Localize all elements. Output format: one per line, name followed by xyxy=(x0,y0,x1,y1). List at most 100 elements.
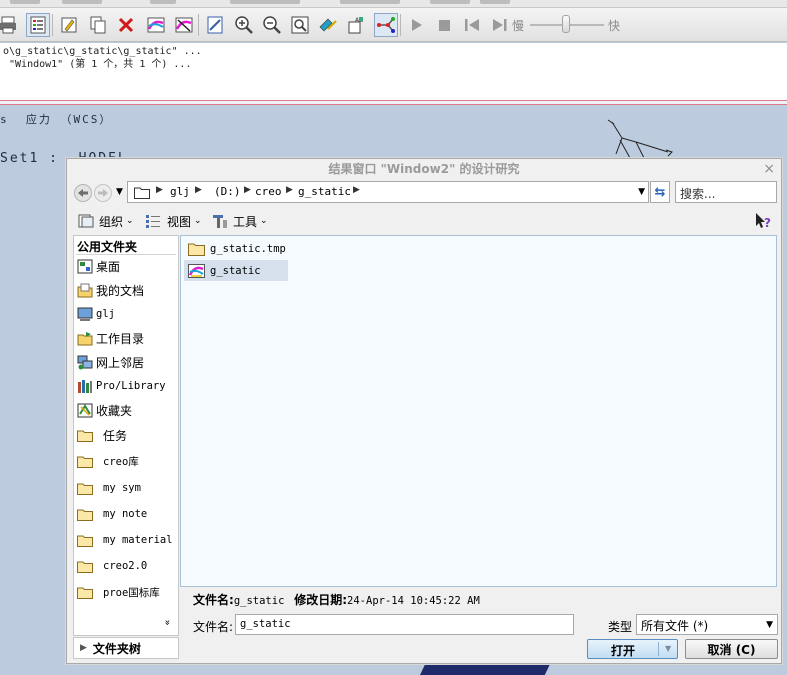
refresh-icon: ⇆ xyxy=(654,184,666,200)
message-area: o\g_static\g_static\g_static" ... "Windo… xyxy=(0,43,787,100)
tools-menu[interactable]: 工具 ⌄ xyxy=(211,211,268,231)
copy-icon[interactable] xyxy=(86,13,110,37)
sidebar-item-my-sym[interactable]: my sym xyxy=(76,478,178,498)
query-icon[interactable] xyxy=(316,13,340,37)
display-options-2-icon[interactable] xyxy=(172,13,196,37)
sidebar-item-label: 网上邻居 xyxy=(96,355,145,370)
sidebar-item-network[interactable]: 网上邻居 xyxy=(76,352,178,372)
stop-icon[interactable] xyxy=(432,13,456,37)
refit-icon[interactable] xyxy=(288,13,312,37)
sidebar-item-label: Pro/Library xyxy=(96,380,166,392)
sidebar-item-desktop[interactable]: 桌面 xyxy=(76,256,178,276)
sidebar-item-my-note[interactable]: my note xyxy=(76,504,178,524)
triangle-right-icon: ▶ xyxy=(80,643,87,653)
history-dropdown-icon[interactable]: ▼ xyxy=(116,187,123,197)
speed-slider-thumb[interactable] xyxy=(562,15,570,33)
list-item[interactable]: g_static xyxy=(184,260,288,281)
sidebar-item-my-material[interactable]: my material xyxy=(76,530,178,550)
message-line: o\g_static\g_static\g_static" ... xyxy=(3,46,202,57)
folder-icon xyxy=(76,533,93,548)
folder-icon xyxy=(134,187,150,199)
refresh-button[interactable]: ⇆ xyxy=(650,181,670,203)
views-icon xyxy=(146,215,160,228)
back-button[interactable] xyxy=(74,184,92,202)
desktop-icon xyxy=(76,259,93,274)
open-results-dialog: 结果窗口 "Window2" 的设计研究 × ▼ ▶ glj ▶ (D:) ▶ … xyxy=(66,158,782,664)
sidebar-item-pro-library[interactable]: Pro/Library xyxy=(76,376,178,396)
breadcrumb-g-static[interactable]: g_static xyxy=(298,185,351,198)
first-frame-icon[interactable] xyxy=(460,13,484,37)
crumb-separator-icon[interactable]: ▶ xyxy=(244,185,251,195)
sidebar-item-label: glj xyxy=(96,308,115,320)
forward-button[interactable] xyxy=(94,184,112,202)
zoom-out-icon[interactable] xyxy=(260,13,284,37)
file-type-label: 类型 xyxy=(608,620,633,634)
chevron-down-icon: ⌄ xyxy=(126,216,134,226)
display-options-icon[interactable] xyxy=(144,13,168,37)
details-date-value: 24-Apr-14 10:45:22 AM xyxy=(347,595,480,607)
next-frame-icon[interactable] xyxy=(488,13,512,37)
delete-icon[interactable] xyxy=(114,13,138,37)
breadcrumb-creo[interactable]: creo xyxy=(255,185,282,198)
open-options-dropdown-icon[interactable]: ▼ xyxy=(665,644,671,653)
my-documents-icon xyxy=(76,283,93,298)
crumb-separator-icon[interactable]: ▶ xyxy=(353,185,360,195)
views-menu[interactable]: 视图 ⌄ xyxy=(145,211,202,231)
sidebar-item-creo-lib[interactable]: creo库 xyxy=(76,451,178,471)
breadcrumb-glj[interactable]: glj xyxy=(170,185,190,198)
open-button[interactable]: 打开 ▼ xyxy=(587,639,678,659)
svg-text:?: ? xyxy=(764,216,771,230)
open-results-icon[interactable] xyxy=(26,13,50,37)
sidebar-item-my-documents[interactable]: 我的文档 xyxy=(76,280,178,300)
sidebar-item-proe-gb-lib[interactable]: proe国标库 xyxy=(76,582,178,602)
edit-definition-icon[interactable] xyxy=(57,13,81,37)
crumb-separator-icon[interactable]: ▶ xyxy=(156,185,163,195)
file-details: 文件名:g_static 修改日期:24-Apr-14 10:45:22 AM xyxy=(193,591,480,608)
search-input[interactable]: 搜索... xyxy=(675,181,777,203)
organize-menu[interactable]: 组织 ⌄ xyxy=(77,211,134,231)
details-name-label: 文件名: xyxy=(193,593,234,607)
address-dropdown-icon[interactable]: ▼ xyxy=(638,187,645,197)
result-quantity-label: s 应力 （WCS） xyxy=(0,113,113,126)
sidebar-item-label: my material xyxy=(103,534,173,546)
sidebar-item-label: 我的文档 xyxy=(96,283,145,298)
filename-label: 文件名: xyxy=(193,620,234,634)
cancel-button[interactable]: 取消 (C) xyxy=(685,639,778,659)
zoom-in-icon[interactable] xyxy=(232,13,256,37)
favorites-icon xyxy=(76,403,93,418)
sidebar-item-favorites[interactable]: 收藏夹 xyxy=(76,400,178,420)
sidebar-item-working-directory[interactable]: 工作目录 xyxy=(76,328,178,348)
model-label-icon[interactable]: AB xyxy=(344,13,368,37)
organize-label: 组织 xyxy=(99,214,124,229)
folder-icon xyxy=(76,481,93,496)
play-icon[interactable] xyxy=(404,13,428,37)
folder-icon xyxy=(76,585,93,600)
folder-icon xyxy=(76,507,93,522)
sidebar-item-creo20[interactable]: creo2.0 xyxy=(76,556,178,576)
info-icon[interactable] xyxy=(203,13,227,37)
chevron-down-icon: ⌄ xyxy=(194,216,202,226)
folder-icon xyxy=(188,242,205,256)
results-file-icon xyxy=(188,263,205,278)
help-cursor-icon[interactable]: ? xyxy=(755,212,773,230)
print-icon[interactable] xyxy=(0,13,20,37)
graph-tool-icon[interactable] xyxy=(374,13,398,37)
close-icon[interactable]: × xyxy=(763,160,775,178)
crumb-separator-icon[interactable]: ▶ xyxy=(195,185,202,195)
filename-input[interactable]: g_static xyxy=(235,614,574,635)
sidebar-item-label: my sym xyxy=(103,482,141,494)
tools-icon xyxy=(213,215,227,228)
crumb-separator-icon[interactable]: ▶ xyxy=(286,185,293,195)
list-item[interactable]: g_static.tmp xyxy=(184,238,286,259)
file-list[interactable]: g_static.tmp g_static xyxy=(180,235,777,587)
folder-icon xyxy=(76,559,93,574)
sidebar-item-tasks[interactable]: 任务 xyxy=(76,425,178,445)
file-type-select[interactable]: 所有文件 (*) ▼ xyxy=(636,614,778,635)
folder-tree-toggle[interactable]: ▶ 文件夹树 xyxy=(73,637,179,659)
breadcrumb-drive-d[interactable]: (D:) xyxy=(214,185,241,198)
expand-more-icon[interactable]: » xyxy=(162,619,173,625)
sidebar-item-computer[interactable]: glj xyxy=(76,304,178,324)
arrow-right-icon xyxy=(98,189,108,197)
address-bar[interactable]: ▶ glj ▶ (D:) ▶ creo ▶ g_static ▶ ▼ xyxy=(127,181,649,203)
arrow-left-icon xyxy=(78,189,88,197)
